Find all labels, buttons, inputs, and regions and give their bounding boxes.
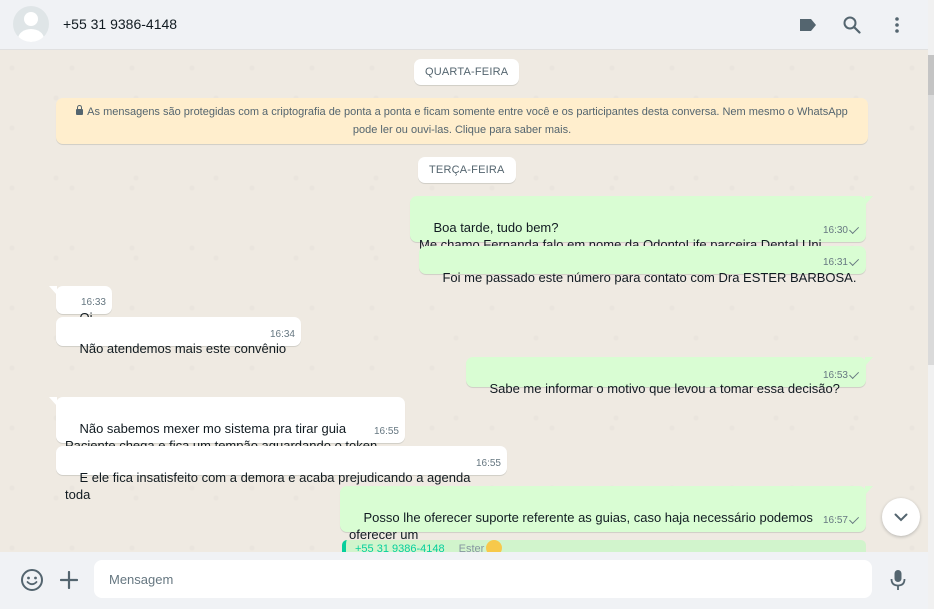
smiley-emoji-icon [486,540,503,552]
message-time: 16:31 [822,257,848,268]
chat-header: +55 31 9386-4148 [0,0,928,50]
quoted-author: +55 31 9386-4148 [355,543,445,552]
message-time: 16:53 [822,370,848,381]
chevron-down-icon [894,513,908,521]
message-time: 16:57 [822,515,848,526]
quoted-reply-preview[interactable]: +55 31 9386-4148 Ester [342,540,866,552]
attach-plus-icon[interactable] [56,567,82,593]
message-time: 16:34 [269,329,295,340]
quoted-snippet: Ester [458,543,485,552]
sent-check-icon [849,369,860,380]
search-icon[interactable] [840,13,864,37]
message-time: 16:55 [373,426,399,437]
scrollbar[interactable] [928,0,934,609]
compose-bar [0,552,928,609]
message-input[interactable] [94,560,872,598]
outgoing-message[interactable]: Posso lhe oferecer suporte referente as … [340,486,873,552]
contact-avatar[interactable] [13,6,49,42]
incoming-message[interactable]: Oi 16:33 [49,286,112,325]
outgoing-message[interactable]: Boa tarde, tudo bem? Me chamo Fernanda f… [410,196,873,252]
contact-name[interactable]: +55 31 9386-4148 [63,16,177,32]
message-time: 16:55 [475,458,501,469]
incoming-message[interactable]: Não atendemos mais este convênio 16:34 [56,317,301,356]
message-time: 16:33 [80,297,106,308]
scrollbar-track[interactable] [928,95,934,365]
message-text: Foi me passado este número para contato … [442,270,857,285]
incoming-message[interactable]: E ele fica insatisfeito com a demora e a… [56,446,507,502]
microphone-icon[interactable] [885,567,911,593]
date-divider: QUARTA-FEIRA [414,59,520,85]
emoji-icon[interactable] [19,567,45,593]
conversation-panel[interactable]: QUARTA-FEIRA As mensagens são protegidas… [0,50,928,552]
outgoing-message[interactable]: Sabe me informar o motivo que levou a to… [466,357,873,396]
sent-check-icon [849,256,860,267]
notice-line-1: As mensagens são protegidas com a cripto… [87,106,848,118]
outgoing-message[interactable]: Foi me passado este número para contato … [419,246,866,285]
label-icon[interactable] [796,13,820,37]
message-text: Não atendemos mais este convênio [79,341,287,356]
menu-icon[interactable] [885,13,909,37]
scrollbar-thumb[interactable] [928,55,934,95]
scroll-to-bottom-button[interactable] [882,498,920,536]
message-time: 16:30 [822,225,848,236]
encryption-notice[interactable]: As mensagens são protegidas com a cripto… [56,98,868,144]
notice-line-2: pode ler ou ouvi-las. Clique para saber … [352,124,572,136]
incoming-message[interactable]: Não sabemos mexer mo sistema pra tirar g… [49,397,405,453]
date-divider: TERÇA-FEIRA [418,157,516,183]
lock-icon [76,105,84,115]
sent-check-icon [849,514,860,525]
message-text: Sabe me informar o motivo que levou a to… [489,381,840,396]
sent-check-icon [849,224,860,235]
